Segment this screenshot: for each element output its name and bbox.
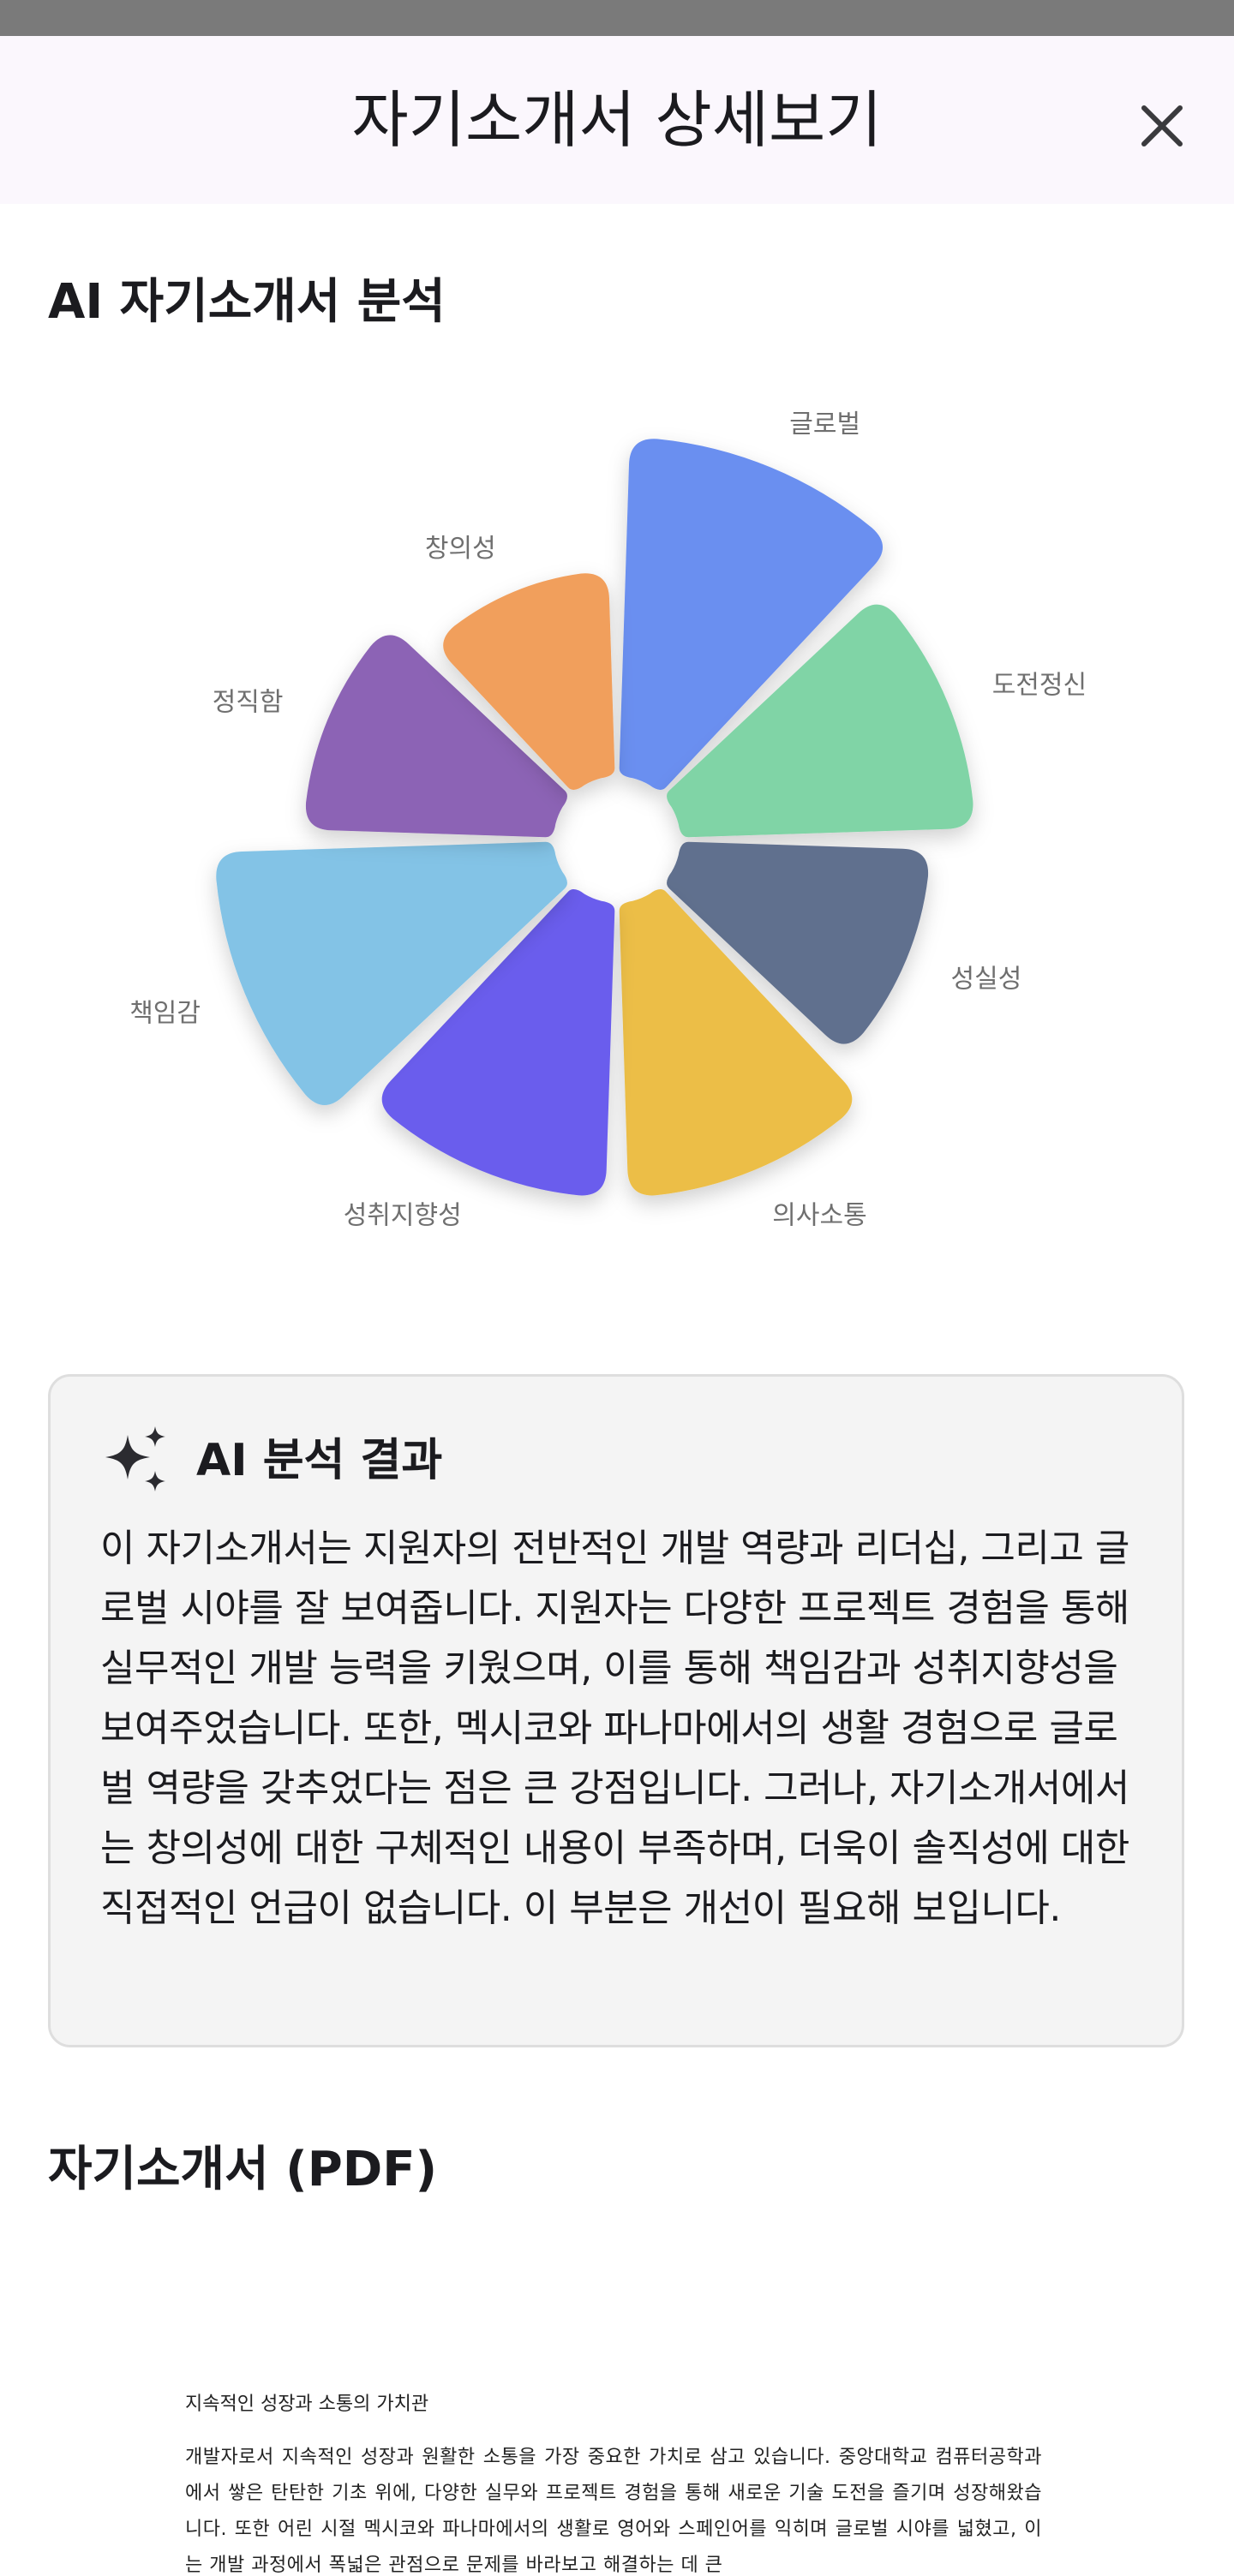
result-header: AI 분석 결과: [100, 1426, 442, 1495]
chart-label-7: 정직함: [213, 688, 284, 718]
chart-label-8: 창의성: [425, 534, 496, 564]
close-button[interactable]: [1128, 92, 1196, 160]
sparkle-icon: [105, 1426, 165, 1491]
page-title: 자기소개서 상세보기: [351, 84, 883, 156]
pdf-section-title: 자기소개서 (PDF): [48, 2142, 438, 2197]
chart-label-5: 성취지향성: [344, 1201, 462, 1231]
chart-svg: 글로벌도전정신성실성의사소통 성취지향성 책임감 정직함 창의성: [129, 409, 1087, 1231]
pdf-viewer[interactable]: 지속적인 성장과 소통의 가치관 개발자로서 지속적인 성장과 원활한 소통을 …: [48, 2244, 1184, 2576]
result-heading: AI 분석 결과: [196, 1435, 443, 1486]
modal-header: 자기소개서 상세보기: [0, 36, 1234, 204]
chart-label-1: 글로벌: [789, 409, 860, 439]
chart-label-6: 책임감: [129, 998, 201, 1028]
polar-area-chart: 글로벌도전정신성실성의사소통 성취지향성 책임감 정직함 창의성: [0, 394, 1234, 1234]
pdf-doc-heading: 지속적인 성장과 소통의 가치관: [185, 2394, 429, 2415]
close-icon: [1141, 105, 1183, 146]
result-text: 이 자기소개서는 지원자의 전반적인 개발 역량과 리더십, 그리고 글로벌 시…: [100, 1527, 1129, 1930]
chart-label-2: 도전정신: [992, 671, 1087, 701]
analysis-section-title: AI 자기소개서 분석: [48, 274, 446, 330]
ai-result-card: AI 분석 결과 이 자기소개서는 지원자의 전반적인 개발 역량과 리더십, …: [48, 1374, 1184, 2047]
status-bar: [0, 0, 1234, 36]
chart-label-4: 의사소통: [772, 1201, 866, 1231]
pdf-doc-body: 개발자로서 지속적인 성장과 원활한 소통을 가장 중요한 가치로 삼고 있습니…: [185, 2447, 1042, 2576]
chart-label-3: 성실성: [951, 964, 1022, 994]
